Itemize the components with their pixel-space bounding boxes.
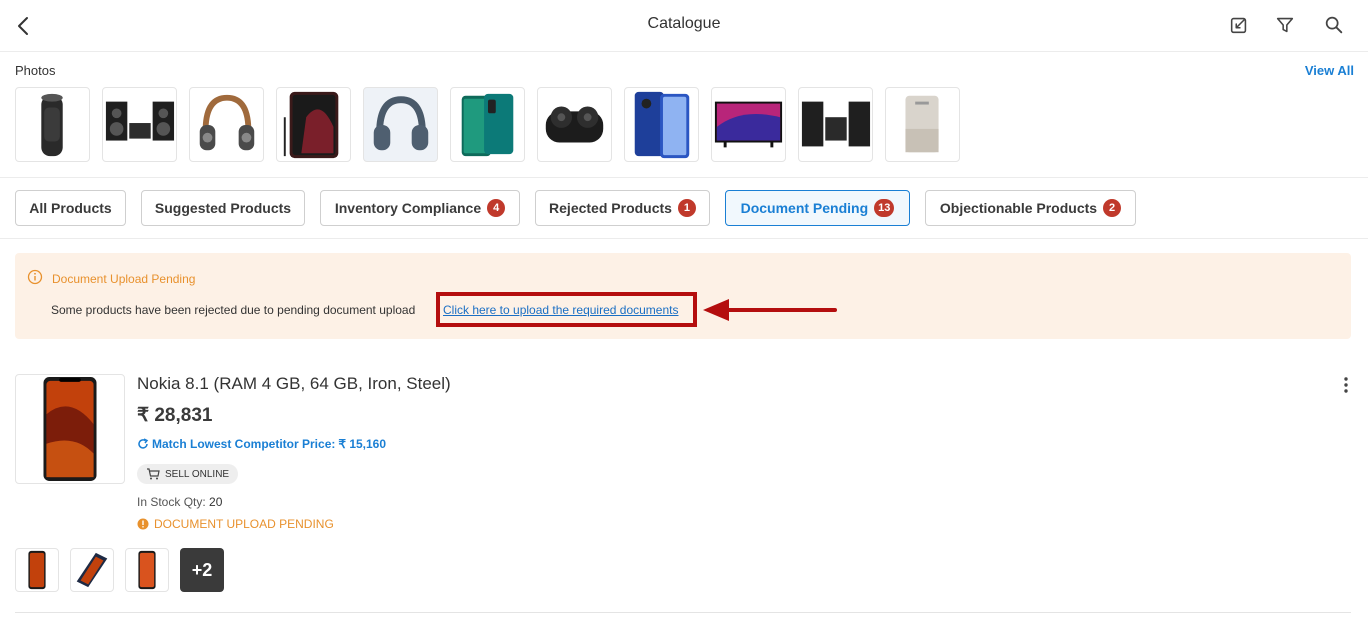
smartphone-image <box>283 91 339 159</box>
tab-all-products[interactable]: All Products <box>15 190 126 226</box>
speaker-system-image <box>801 101 871 147</box>
tab-suggested-products[interactable]: Suggested Products <box>141 190 305 226</box>
divider <box>0 177 1368 178</box>
sell-online-button[interactable]: SELL ONLINE <box>137 464 239 484</box>
smartphone-image <box>76 552 108 588</box>
tab-label: All Products <box>29 200 112 216</box>
status-badge: DOCUMENT UPLOAD PENDING <box>137 517 334 531</box>
tab-rejected-products[interactable]: Rejected Products 1 <box>535 190 710 226</box>
count-badge: 1 <box>677 199 696 217</box>
photo-thumbnail[interactable] <box>711 87 786 162</box>
product-price: ₹ 28,831 <box>137 405 213 426</box>
alert-circle-icon <box>137 518 149 530</box>
match-label: Match Lowest Competitor Price: <box>152 437 336 451</box>
stock-label: In Stock Qty: <box>137 495 206 509</box>
photo-thumbnail[interactable] <box>624 87 699 162</box>
view-all-link[interactable]: View All <box>1305 63 1354 78</box>
tv-image <box>714 101 783 148</box>
divider <box>0 238 1368 239</box>
annotation-highlight-box <box>436 292 697 327</box>
headphones-image <box>373 96 429 151</box>
stock-quantity: In Stock Qty: 20 <box>137 495 222 509</box>
alert-message: Some products have been rejected due to … <box>51 303 416 317</box>
edit-icon[interactable] <box>1228 14 1250 36</box>
air-purifier-image <box>905 95 939 153</box>
document-pending-alert: Document Upload Pending Some products ha… <box>15 253 1351 339</box>
divider <box>15 612 1351 613</box>
match-competitor-price[interactable]: Match Lowest Competitor Price: ₹ 15,160 <box>137 437 386 451</box>
photo-thumbnail[interactable] <box>363 87 438 162</box>
count-badge: 4 <box>487 199 506 217</box>
photo-thumbnail[interactable] <box>885 87 960 162</box>
search-icon[interactable] <box>1323 14 1345 36</box>
alert-title: Document Upload Pending <box>52 272 196 286</box>
smartphone-image <box>461 93 514 157</box>
page-title: Catalogue <box>647 15 721 32</box>
photo-thumbnail[interactable] <box>450 87 525 162</box>
air-purifier-image <box>41 93 63 157</box>
tab-document-pending[interactable]: Document Pending 13 <box>725 190 910 226</box>
photo-thumbnail[interactable] <box>102 87 177 162</box>
tab-label: Inventory Compliance <box>334 200 482 216</box>
photo-thumbnail[interactable] <box>15 87 90 162</box>
speaker-system-image <box>105 101 175 141</box>
headphones-image <box>199 94 255 151</box>
tab-label: Document Pending <box>740 200 869 216</box>
info-icon <box>27 269 43 285</box>
photo-thumbnail[interactable] <box>798 87 873 162</box>
photo-thumbnail[interactable] <box>537 87 612 162</box>
more-options-icon[interactable] <box>1338 375 1354 395</box>
status-text: DOCUMENT UPLOAD PENDING <box>154 517 334 531</box>
product-gallery-thumbnail[interactable] <box>125 548 169 592</box>
photo-thumbnail[interactable] <box>189 87 264 162</box>
smartphone-image <box>28 550 46 590</box>
cart-icon <box>147 468 160 480</box>
filter-icon[interactable] <box>1274 14 1296 36</box>
tab-label: Objectionable Products <box>939 200 1098 216</box>
photo-thumbnail[interactable] <box>276 87 351 162</box>
app-header: Catalogue <box>0 0 1368 52</box>
match-price: ₹ 15,160 <box>338 437 387 451</box>
refresh-icon <box>138 438 149 449</box>
tab-inventory-compliance[interactable]: Inventory Compliance 4 <box>320 190 520 226</box>
sell-online-label: SELL ONLINE <box>165 468 230 480</box>
count-badge: 13 <box>874 199 895 217</box>
product-gallery-thumbnail[interactable] <box>70 548 114 592</box>
more-images-button[interactable]: +2 <box>180 548 224 592</box>
stock-value: 20 <box>209 495 223 509</box>
count-badge: 2 <box>1103 199 1122 217</box>
tab-objectionable-products[interactable]: Objectionable Products 2 <box>925 190 1136 226</box>
tab-label: Rejected Products <box>549 200 672 216</box>
smartphone-image <box>634 91 690 159</box>
product-gallery-thumbnail[interactable] <box>15 548 59 592</box>
product-image[interactable] <box>15 374 125 484</box>
smartphone-image <box>43 376 97 482</box>
product-name: Nokia 8.1 (RAM 4 GB, 64 GB, Iron, Steel) <box>137 374 451 393</box>
annotation-arrow-icon <box>703 299 837 321</box>
earbuds-image <box>545 106 604 143</box>
smartphone-image <box>138 550 156 590</box>
photos-label: Photos <box>15 63 56 78</box>
tab-label: Suggested Products <box>154 200 292 216</box>
